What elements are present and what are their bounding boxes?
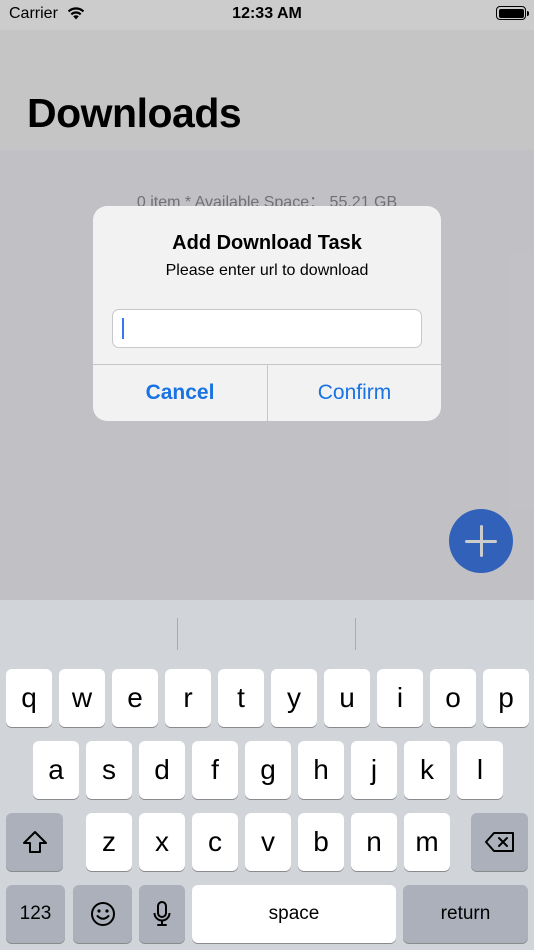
key-m[interactable]: m [404, 813, 450, 871]
key-l[interactable]: l [457, 741, 503, 799]
key-g[interactable]: g [245, 741, 291, 799]
shift-icon [22, 831, 47, 853]
key-o[interactable]: o [430, 669, 476, 727]
return-key[interactable]: return [403, 885, 528, 943]
key-v[interactable]: v [245, 813, 291, 871]
key-r[interactable]: r [165, 669, 211, 727]
key-y[interactable]: y [271, 669, 317, 727]
key-k[interactable]: k [404, 741, 450, 799]
alert-message: Please enter url to download [165, 262, 369, 279]
suggestion-divider [177, 618, 178, 650]
key-a[interactable]: a [33, 741, 79, 799]
emoji-icon [90, 902, 115, 926]
confirm-button[interactable]: Confirm [268, 365, 441, 421]
key-q[interactable]: q [6, 669, 52, 727]
key-f[interactable]: f [192, 741, 238, 799]
key-d[interactable]: d [139, 741, 185, 799]
suggestion-divider [355, 618, 356, 650]
key-z[interactable]: z [86, 813, 132, 871]
key-c[interactable]: c [192, 813, 238, 871]
key-b[interactable]: b [298, 813, 344, 871]
emoji-key[interactable] [73, 885, 132, 943]
key-u[interactable]: u [324, 669, 370, 727]
delete-backspace-icon [484, 832, 514, 852]
dictation-key[interactable] [139, 885, 185, 943]
numbers-key[interactable]: 123 [6, 885, 65, 943]
microphone-icon [153, 901, 171, 926]
key-s[interactable]: s [86, 741, 132, 799]
url-input[interactable] [112, 309, 422, 348]
key-t[interactable]: t [218, 669, 264, 727]
delete-key[interactable] [471, 813, 528, 871]
key-j[interactable]: j [351, 741, 397, 799]
space-key[interactable]: space [192, 885, 396, 943]
alert-title: Add Download Task [172, 232, 362, 254]
text-cursor [122, 318, 124, 339]
key-h[interactable]: h [298, 741, 344, 799]
cancel-button[interactable]: Cancel [93, 365, 267, 421]
shift-key[interactable] [6, 813, 63, 871]
key-i[interactable]: i [377, 669, 423, 727]
key-w[interactable]: w [59, 669, 105, 727]
key-e[interactable]: e [112, 669, 158, 727]
key-n[interactable]: n [351, 813, 397, 871]
key-p[interactable]: p [483, 669, 529, 727]
key-x[interactable]: x [139, 813, 185, 871]
